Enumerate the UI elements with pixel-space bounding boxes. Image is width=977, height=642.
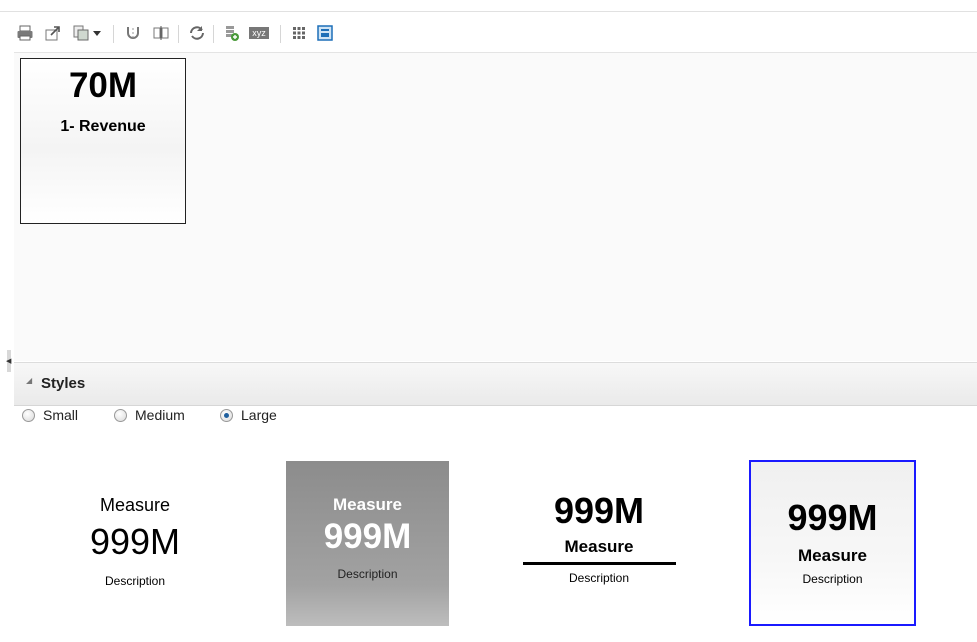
tile-label: 1- Revenue [60,118,146,135]
style-value: 999M [787,497,878,538]
size-radio-group: Small Medium Large [22,407,422,427]
magnet-icon[interactable] [122,22,144,44]
export-icon[interactable] [42,22,64,44]
style-value: 999M [89,521,181,562]
radio-medium-label: Medium [135,407,185,423]
radio-small-label: Small [43,407,79,423]
style-value: 999M [553,490,645,531]
collapse-arrow-icon: ◀ [6,358,12,365]
performance-tile-canvas: 70M 1- Revenue [14,53,977,361]
refresh-icon[interactable] [186,22,208,44]
style-measure: Measure [564,537,634,556]
print-icon[interactable] [14,22,36,44]
style-option-gray[interactable]: Measure 999M Description [286,461,449,626]
style-description: Description [104,574,166,588]
grid-icon[interactable] [288,22,310,44]
style-option-bordered-selected[interactable]: 999M Measure Description [749,460,916,626]
toolbar-separator [213,25,214,43]
performance-tile[interactable]: 70M 1- Revenue [20,58,186,224]
radio-small[interactable]: Small [22,407,78,423]
style-option-underline[interactable]: 999M Measure Description [522,462,676,622]
style-measure: Measure [99,495,171,515]
style-measure: Measure [798,546,867,565]
radio-medium-button[interactable] [114,408,127,422]
style-description: Description [802,572,863,586]
toolbar-separator [113,25,114,43]
xyz-icon[interactable]: xyz [246,22,272,44]
style-option-plain[interactable]: Measure 999M Description [54,462,216,622]
style-description: Description [568,571,630,585]
styles-section-header[interactable]: ◢ Styles [14,362,977,406]
style-underline [522,562,676,565]
split-icon[interactable] [150,22,172,44]
style-description: Description [337,567,398,581]
collapse-triangle-icon[interactable]: ◢ [26,376,32,385]
styles-title: Styles [41,375,86,392]
dropdown-arrow-icon[interactable] [90,22,104,44]
toolbar-separator [280,25,281,43]
radio-large-label: Large [241,407,277,423]
style-measure: Measure [333,495,402,514]
add-data-icon[interactable] [220,22,242,44]
radio-medium[interactable]: Medium [114,407,185,423]
toolbar: xyz [14,22,964,46]
radio-large-button[interactable] [220,408,233,422]
copy-format-icon[interactable] [70,22,92,44]
radio-large[interactable]: Large [220,407,277,423]
panel-collapse-handle[interactable]: ◀ [6,350,12,372]
tile-view-icon[interactable] [314,22,336,44]
radio-small-button[interactable] [22,408,35,422]
style-value: 999M [323,517,412,556]
tile-value: 70M [68,66,138,105]
top-border [0,11,977,12]
toolbar-separator [178,25,179,43]
xyz-label: xyz [249,27,269,39]
